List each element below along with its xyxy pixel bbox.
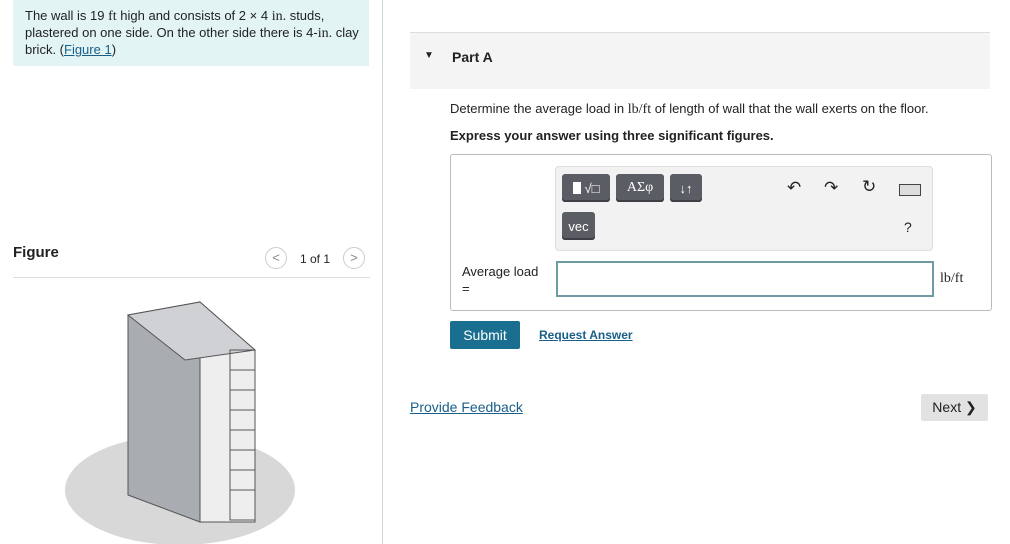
part-a-header[interactable]: ▼ Part A xyxy=(410,32,990,89)
divider xyxy=(13,277,370,278)
provide-feedback-link[interactable]: Provide Feedback xyxy=(410,399,523,415)
arrows-button[interactable]: ↓↑ xyxy=(670,174,702,202)
next-button[interactable]: Next ❯ xyxy=(921,394,988,421)
redo-icon[interactable]: ↷ xyxy=(824,178,838,198)
prev-figure-button[interactable]: < xyxy=(265,247,287,269)
unit-label: lb/ft xyxy=(940,271,964,286)
reset-icon[interactable]: ↻ xyxy=(862,177,876,197)
figure-pager: 1 of 1 xyxy=(300,252,331,266)
greek-button[interactable]: ΑΣφ xyxy=(616,174,664,202)
wall-figure xyxy=(65,300,295,544)
submit-button[interactable]: Submit xyxy=(450,321,520,349)
pane-divider xyxy=(382,0,383,544)
average-load-input[interactable] xyxy=(556,261,934,297)
templates-button[interactable]: √□ xyxy=(562,174,610,202)
figure-link[interactable]: Figure 1 xyxy=(64,42,112,57)
figure-heading: Figure xyxy=(13,244,59,261)
undo-icon[interactable]: ↶ xyxy=(787,178,801,198)
math-toolbar xyxy=(555,166,933,251)
next-figure-button[interactable]: > xyxy=(343,247,365,269)
equals-sign: = xyxy=(462,281,470,296)
vec-button[interactable]: vec xyxy=(562,212,595,240)
collapse-caret-icon: ▼ xyxy=(424,50,434,61)
help-button[interactable]: ? xyxy=(904,219,912,235)
instruction-text: Express your answer using three signific… xyxy=(450,128,774,143)
keyboard-icon[interactable] xyxy=(899,184,921,196)
part-title: Part A xyxy=(452,49,493,65)
question-text: Determine the average load in lb/ft of l… xyxy=(450,101,929,117)
answer-label: Average load xyxy=(462,264,539,279)
problem-statement: The wall is 19 ft high and consists of 2… xyxy=(13,0,369,66)
request-answer-link[interactable]: Request Answer xyxy=(539,328,633,342)
